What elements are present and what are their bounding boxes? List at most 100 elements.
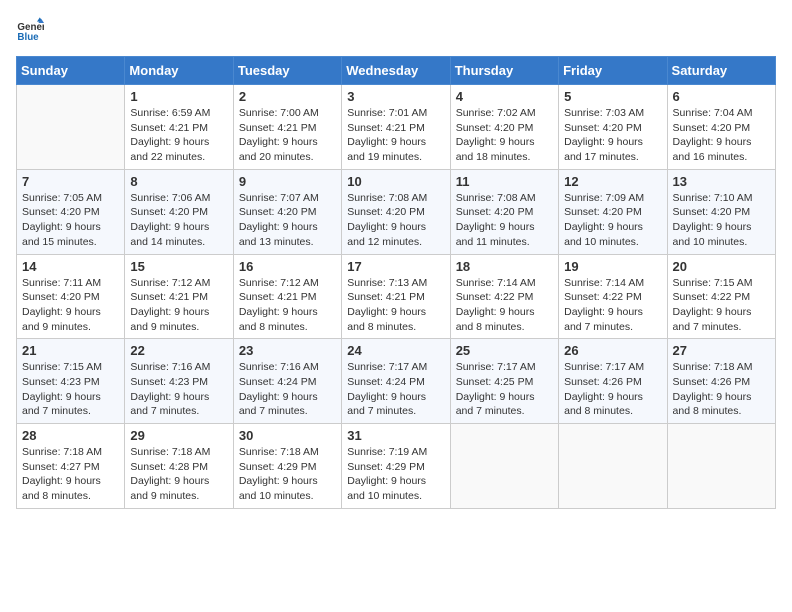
day-info: Sunrise: 7:06 AM Sunset: 4:20 PM Dayligh… (130, 191, 227, 250)
calendar-cell: 23 Sunrise: 7:16 AM Sunset: 4:24 PM Dayli… (233, 339, 341, 424)
calendar-cell: 31Sunrise: 7:19 AM Sunset: 4:29 PM Dayli… (342, 424, 450, 509)
calendar-cell: 6 Sunrise: 7:04 AM Sunset: 4:20 PM Daylig… (667, 85, 775, 170)
col-header-monday: Monday (125, 57, 233, 85)
col-header-friday: Friday (559, 57, 667, 85)
day-number: 29 (130, 428, 227, 443)
day-number: 8 (130, 174, 227, 189)
day-info: Sunrise: 7:02 AM Sunset: 4:20 PM Dayligh… (456, 106, 553, 165)
day-info: Sunrise: 7:14 AM Sunset: 4:22 PM Dayligh… (456, 276, 553, 335)
calendar-cell: 18 Sunrise: 7:14 AM Sunset: 4:22 PM Dayli… (450, 254, 558, 339)
day-number: 22 (130, 343, 227, 358)
day-number: 10 (347, 174, 444, 189)
logo: General Blue (16, 16, 48, 44)
day-number: 26 (564, 343, 661, 358)
day-info: Sunrise: 7:10 AM Sunset: 4:20 PM Dayligh… (673, 191, 770, 250)
logo-icon: General Blue (16, 16, 44, 44)
day-number: 13 (673, 174, 770, 189)
calendar-week-row: 7 Sunrise: 7:05 AM Sunset: 4:20 PM Daylig… (17, 169, 776, 254)
calendar-cell: 30 Sunrise: 7:18 AM Sunset: 4:29 PM Dayli… (233, 424, 341, 509)
day-info: Sunrise: 7:05 AM Sunset: 4:20 PM Dayligh… (22, 191, 119, 250)
calendar-cell: 12 Sunrise: 7:09 AM Sunset: 4:20 PM Dayli… (559, 169, 667, 254)
calendar-cell (450, 424, 558, 509)
day-number: 9 (239, 174, 336, 189)
calendar-cell: 11 Sunrise: 7:08 AM Sunset: 4:20 PM Dayli… (450, 169, 558, 254)
calendar-cell: 9 Sunrise: 7:07 AM Sunset: 4:20 PM Daylig… (233, 169, 341, 254)
calendar-cell: 20 Sunrise: 7:15 AM Sunset: 4:22 PM Dayli… (667, 254, 775, 339)
calendar-week-row: 21 Sunrise: 7:15 AM Sunset: 4:23 PM Dayli… (17, 339, 776, 424)
calendar-cell: 13 Sunrise: 7:10 AM Sunset: 4:20 PM Dayli… (667, 169, 775, 254)
day-number: 11 (456, 174, 553, 189)
day-info: Sunrise: 7:12 AM Sunset: 4:21 PM Dayligh… (130, 276, 227, 335)
calendar-cell: 24 Sunrise: 7:17 AM Sunset: 4:24 PM Dayli… (342, 339, 450, 424)
day-number: 15 (130, 259, 227, 274)
day-number: 24 (347, 343, 444, 358)
day-info: Sunrise: 7:18 AM Sunset: 4:29 PM Dayligh… (239, 445, 336, 504)
day-info: Sunrise: 7:17 AM Sunset: 4:24 PM Dayligh… (347, 360, 444, 419)
day-number: 28 (22, 428, 119, 443)
calendar-table: SundayMondayTuesdayWednesdayThursdayFrid… (16, 56, 776, 509)
day-info: Sunrise: 7:09 AM Sunset: 4:20 PM Dayligh… (564, 191, 661, 250)
day-number: 19 (564, 259, 661, 274)
day-number: 5 (564, 89, 661, 104)
col-header-tuesday: Tuesday (233, 57, 341, 85)
day-number: 16 (239, 259, 336, 274)
day-info: Sunrise: 7:16 AM Sunset: 4:24 PM Dayligh… (239, 360, 336, 419)
day-info: Sunrise: 7:08 AM Sunset: 4:20 PM Dayligh… (347, 191, 444, 250)
day-info: Sunrise: 7:03 AM Sunset: 4:20 PM Dayligh… (564, 106, 661, 165)
day-number: 12 (564, 174, 661, 189)
day-number: 14 (22, 259, 119, 274)
day-info: Sunrise: 7:15 AM Sunset: 4:23 PM Dayligh… (22, 360, 119, 419)
day-info: Sunrise: 7:17 AM Sunset: 4:25 PM Dayligh… (456, 360, 553, 419)
day-number: 21 (22, 343, 119, 358)
day-info: Sunrise: 7:07 AM Sunset: 4:20 PM Dayligh… (239, 191, 336, 250)
calendar-cell: 8 Sunrise: 7:06 AM Sunset: 4:20 PM Daylig… (125, 169, 233, 254)
calendar-week-row: 1 Sunrise: 6:59 AM Sunset: 4:21 PM Daylig… (17, 85, 776, 170)
calendar-cell: 28 Sunrise: 7:18 AM Sunset: 4:27 PM Dayli… (17, 424, 125, 509)
calendar-cell: 16 Sunrise: 7:12 AM Sunset: 4:21 PM Dayli… (233, 254, 341, 339)
day-info: Sunrise: 7:00 AM Sunset: 4:21 PM Dayligh… (239, 106, 336, 165)
day-number: 7 (22, 174, 119, 189)
day-info: Sunrise: 7:19 AM Sunset: 4:29 PM Dayligh… (347, 445, 444, 504)
day-info: Sunrise: 7:04 AM Sunset: 4:20 PM Dayligh… (673, 106, 770, 165)
calendar-cell: 25Sunrise: 7:17 AM Sunset: 4:25 PM Dayli… (450, 339, 558, 424)
day-number: 20 (673, 259, 770, 274)
calendar-cell: 15 Sunrise: 7:12 AM Sunset: 4:21 PM Dayli… (125, 254, 233, 339)
calendar-header-row: SundayMondayTuesdayWednesdayThursdayFrid… (17, 57, 776, 85)
day-info: Sunrise: 7:11 AM Sunset: 4:20 PM Dayligh… (22, 276, 119, 335)
calendar-week-row: 28 Sunrise: 7:18 AM Sunset: 4:27 PM Dayli… (17, 424, 776, 509)
day-info: Sunrise: 7:16 AM Sunset: 4:23 PM Dayligh… (130, 360, 227, 419)
day-number: 4 (456, 89, 553, 104)
calendar-cell (17, 85, 125, 170)
calendar-week-row: 14 Sunrise: 7:11 AM Sunset: 4:20 PM Dayli… (17, 254, 776, 339)
col-header-saturday: Saturday (667, 57, 775, 85)
calendar-cell: 4 Sunrise: 7:02 AM Sunset: 4:20 PM Daylig… (450, 85, 558, 170)
day-info: Sunrise: 7:12 AM Sunset: 4:21 PM Dayligh… (239, 276, 336, 335)
day-number: 2 (239, 89, 336, 104)
day-number: 1 (130, 89, 227, 104)
day-info: Sunrise: 7:15 AM Sunset: 4:22 PM Dayligh… (673, 276, 770, 335)
calendar-cell: 14 Sunrise: 7:11 AM Sunset: 4:20 PM Dayli… (17, 254, 125, 339)
day-number: 23 (239, 343, 336, 358)
calendar-cell: 21 Sunrise: 7:15 AM Sunset: 4:23 PM Dayli… (17, 339, 125, 424)
calendar-cell: 10 Sunrise: 7:08 AM Sunset: 4:20 PM Dayli… (342, 169, 450, 254)
calendar-cell: 22 Sunrise: 7:16 AM Sunset: 4:23 PM Dayli… (125, 339, 233, 424)
day-number: 6 (673, 89, 770, 104)
day-info: Sunrise: 7:18 AM Sunset: 4:27 PM Dayligh… (22, 445, 119, 504)
calendar-cell: 2 Sunrise: 7:00 AM Sunset: 4:21 PM Daylig… (233, 85, 341, 170)
day-info: Sunrise: 7:17 AM Sunset: 4:26 PM Dayligh… (564, 360, 661, 419)
calendar-cell: 7 Sunrise: 7:05 AM Sunset: 4:20 PM Daylig… (17, 169, 125, 254)
day-info: Sunrise: 6:59 AM Sunset: 4:21 PM Dayligh… (130, 106, 227, 165)
day-number: 18 (456, 259, 553, 274)
calendar-cell: 17Sunrise: 7:13 AM Sunset: 4:21 PM Dayli… (342, 254, 450, 339)
calendar-cell: 19Sunrise: 7:14 AM Sunset: 4:22 PM Dayli… (559, 254, 667, 339)
svg-text:Blue: Blue (17, 32, 39, 43)
day-info: Sunrise: 7:18 AM Sunset: 4:28 PM Dayligh… (130, 445, 227, 504)
calendar-cell (667, 424, 775, 509)
day-number: 17 (347, 259, 444, 274)
day-number: 30 (239, 428, 336, 443)
day-info: Sunrise: 7:18 AM Sunset: 4:26 PM Dayligh… (673, 360, 770, 419)
calendar-cell: 27Sunrise: 7:18 AM Sunset: 4:26 PM Dayli… (667, 339, 775, 424)
day-info: Sunrise: 7:08 AM Sunset: 4:20 PM Dayligh… (456, 191, 553, 250)
day-info: Sunrise: 7:01 AM Sunset: 4:21 PM Dayligh… (347, 106, 444, 165)
calendar-cell: 1 Sunrise: 6:59 AM Sunset: 4:21 PM Daylig… (125, 85, 233, 170)
